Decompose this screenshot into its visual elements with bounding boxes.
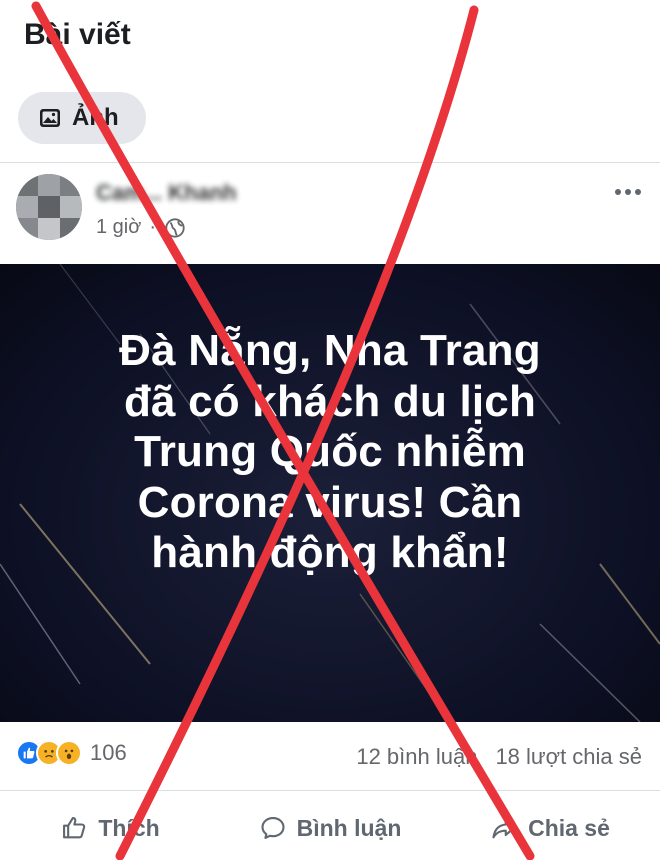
divider [0, 790, 660, 791]
headline-line: Đà Nẵng, Nha Trang [119, 326, 541, 375]
image-headline: Đà Nẵng, Nha Trang đã có khách du lịch T… [40, 326, 620, 579]
post-actions: Thích Bình luận Chia sẻ [0, 800, 660, 856]
headline-line: Trung Quốc nhiễm [134, 427, 526, 477]
thumbs-up-icon [60, 814, 88, 842]
photos-filter-label: Ảnh [72, 104, 119, 131]
photo-icon [38, 106, 62, 130]
comment-button[interactable]: Bình luận [220, 814, 440, 842]
engagement-stats: 12 bình luận 18 lượt chia sẻ [356, 744, 642, 770]
post-image[interactable]: Đà Nẵng, Nha Trang đã có khách du lịch T… [0, 264, 660, 722]
like-label: Thích [98, 814, 160, 841]
headline-line: Corona virus! Cần [137, 477, 523, 527]
post-time[interactable]: 1 giờ [96, 216, 141, 239]
comment-icon [259, 814, 287, 842]
author-name[interactable]: Cam... Khanh [96, 180, 237, 206]
globe-icon [164, 217, 186, 239]
page-title: Bài viết [24, 18, 131, 51]
post-meta: 1 giờ · [96, 216, 186, 239]
reactions-summary[interactable]: 106 [16, 740, 127, 766]
more-options-icon[interactable] [610, 180, 646, 204]
avatar[interactable] [16, 174, 82, 240]
like-button[interactable]: Thích [0, 814, 220, 842]
comment-label: Bình luận [296, 814, 402, 841]
photos-filter-button[interactable]: Ảnh [18, 92, 146, 144]
divider [0, 162, 660, 163]
headline-line: hành động khẩn! [151, 528, 509, 578]
comments-count[interactable]: 12 bình luận [356, 744, 477, 770]
wow-icon [56, 740, 82, 766]
share-icon [490, 814, 518, 842]
shares-count[interactable]: 18 lượt chia sẻ [495, 744, 642, 770]
share-label: Chia sẻ [528, 814, 610, 841]
headline-line: đã có khách du lịch [123, 376, 537, 426]
reaction-count: 106 [90, 740, 127, 765]
share-button[interactable]: Chia sẻ [440, 814, 660, 842]
